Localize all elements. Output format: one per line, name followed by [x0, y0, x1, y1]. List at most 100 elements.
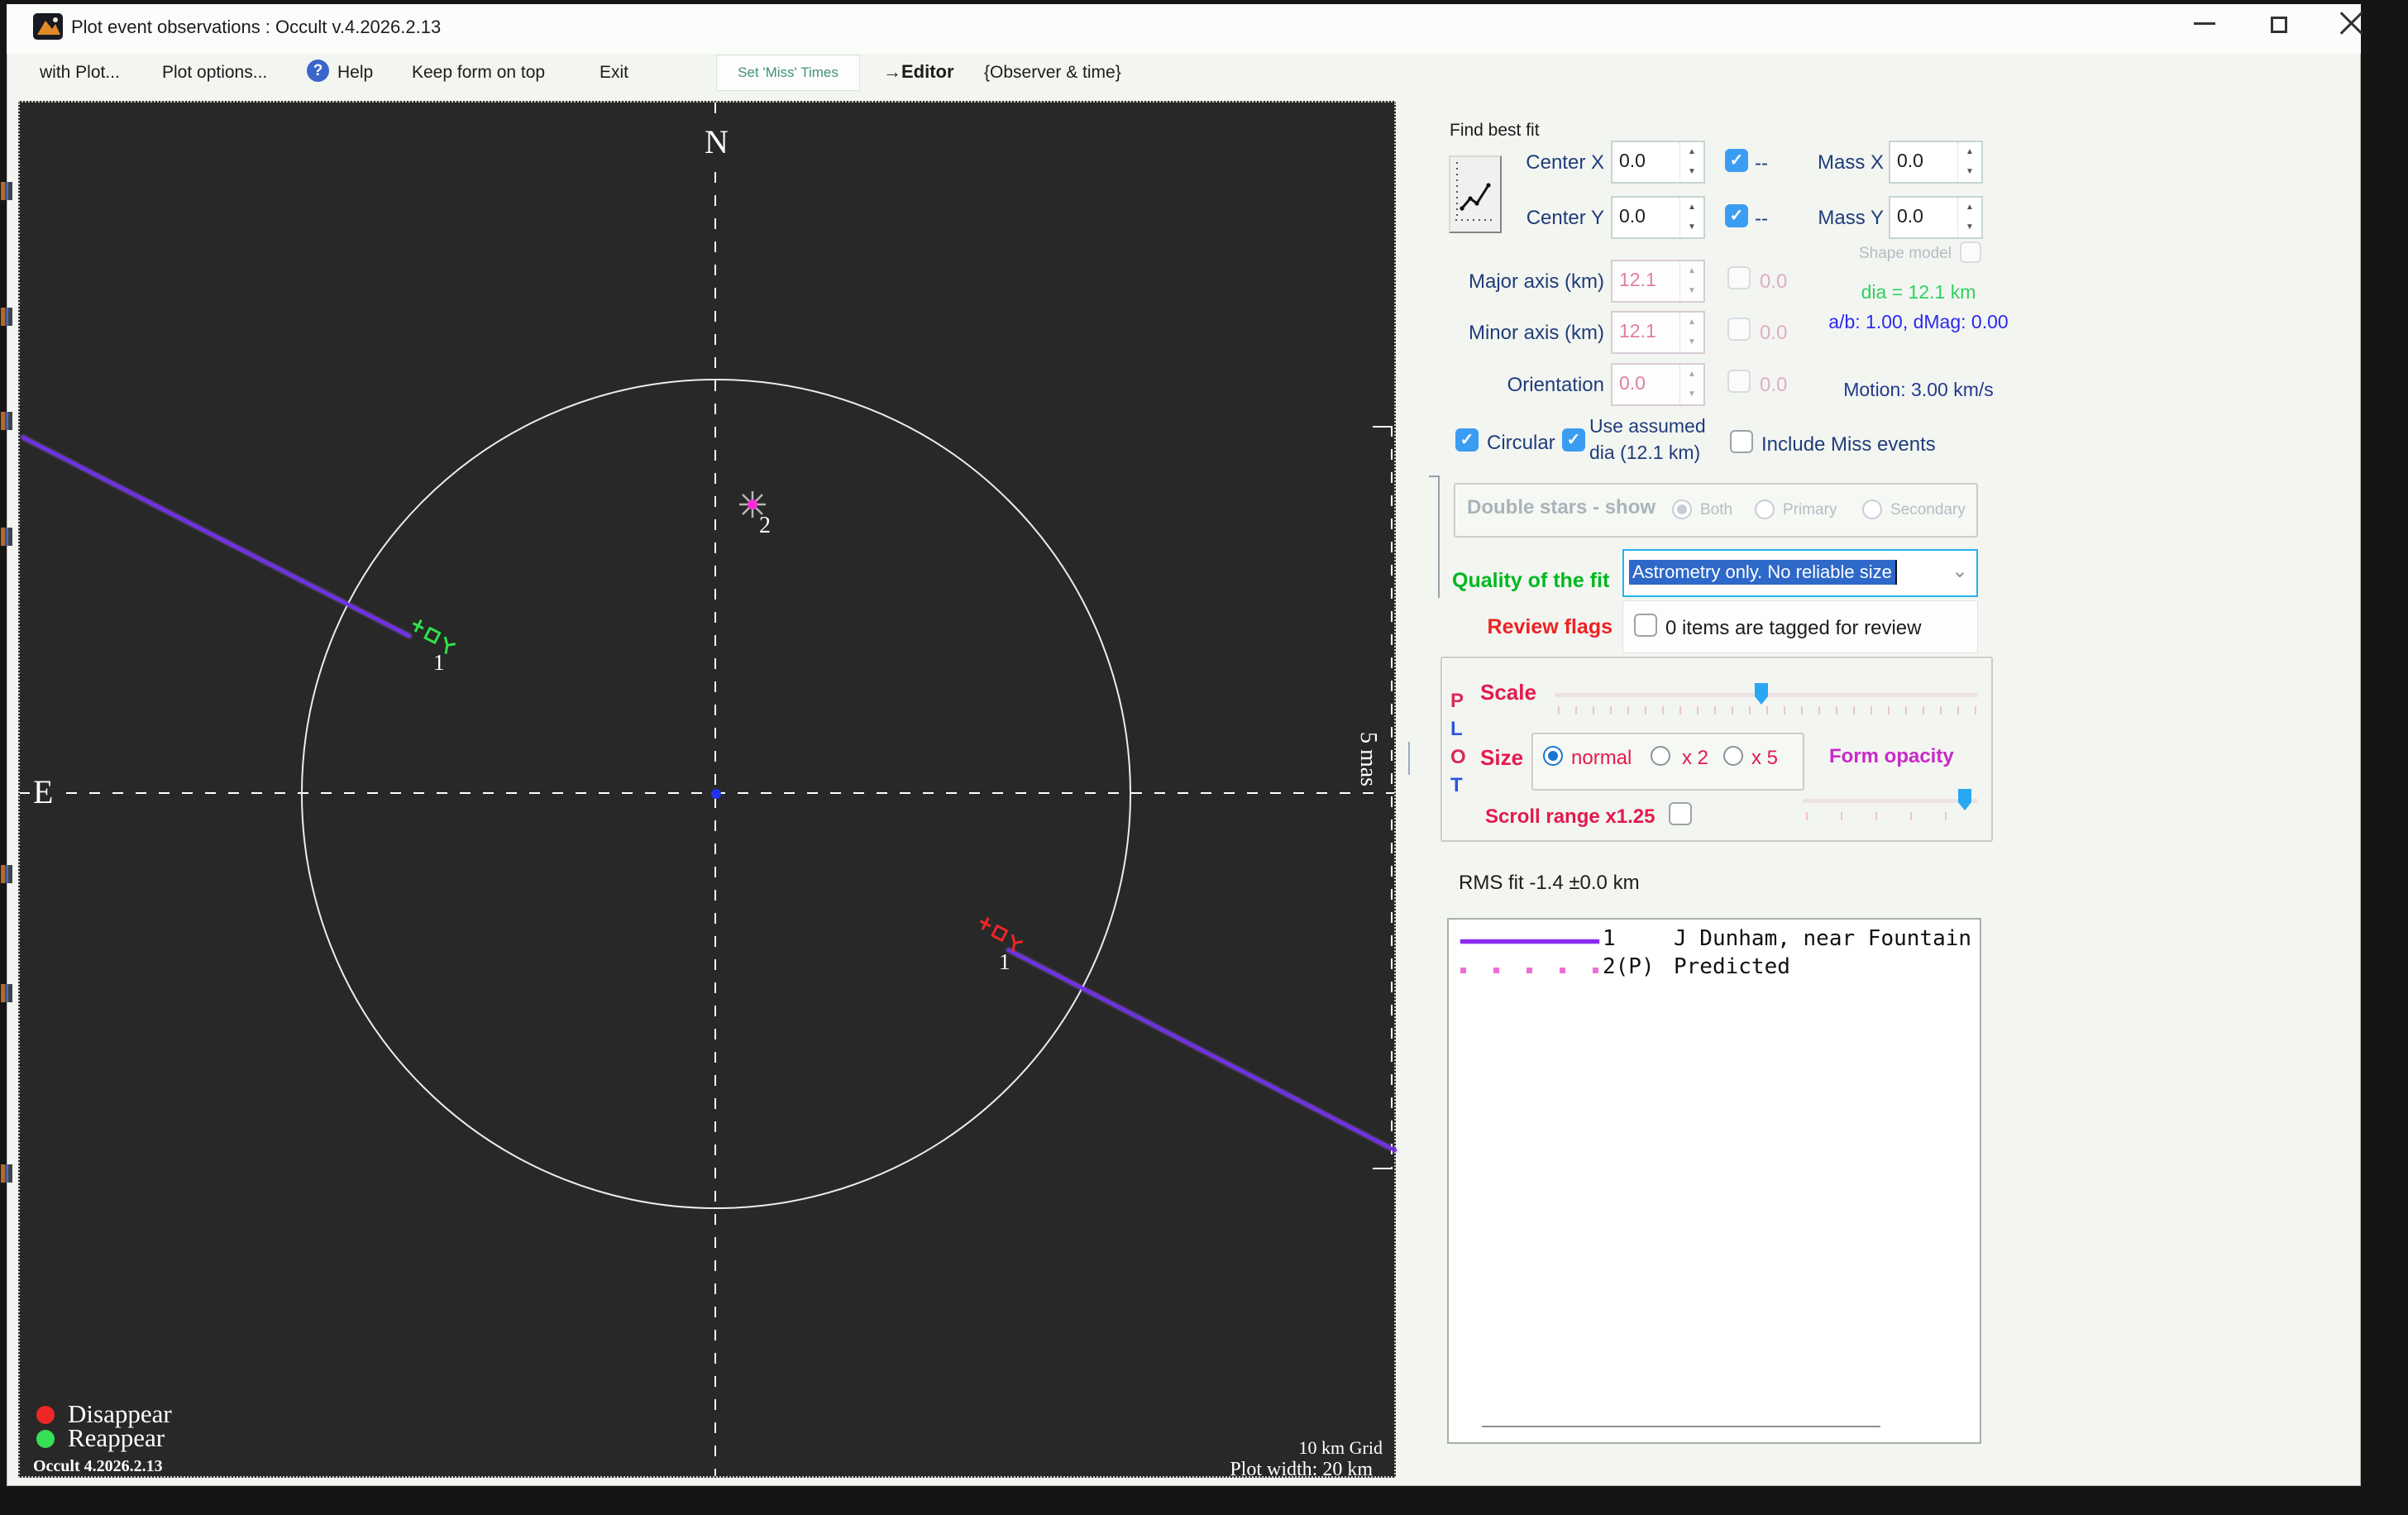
menu-plot-options[interactable]: Plot options... [162, 63, 267, 83]
find-best-fit-button[interactable] [1449, 155, 1502, 233]
minor-axis-checkbox[interactable] [1727, 318, 1751, 341]
menu-editor[interactable]: →Editor [883, 61, 954, 83]
disappear-marker-label: 1 [999, 949, 1010, 975]
left-edge-artifact [1, 528, 12, 546]
minor-axis-spinner[interactable]: ▲▼ [1679, 313, 1703, 352]
chevron-down-icon[interactable]: ⌄ [1952, 559, 1968, 583]
circular-label: Circular [1487, 432, 1555, 455]
scroll-range-label: Scroll range x1.25 [1485, 805, 1655, 829]
mass-x-label: Mass X [1811, 151, 1884, 174]
include-miss-label: Include Miss events [1761, 433, 1936, 456]
chord-1-segment-before [21, 435, 411, 638]
form-opacity-slider-track[interactable] [1803, 799, 1978, 803]
menu-set-miss-times[interactable]: Set 'Miss' Times [716, 55, 860, 91]
chord-2-swatch [1460, 968, 1601, 973]
menu-help[interactable]: Help [337, 63, 373, 83]
close-icon[interactable] [2339, 10, 2363, 35]
minor-axis-aux: 0.0 [1760, 322, 1787, 345]
diameter-text: dia = 12.1 km [1794, 281, 2042, 303]
center-y-dash: -- [1755, 208, 1768, 231]
mass-y-input[interactable]: 0.0 ▲▼ [1889, 196, 1983, 239]
chord-1-segment-after [1006, 948, 1397, 1152]
plot-canvas[interactable]: N E 5 mas 2 1 [18, 101, 1396, 1478]
major-axis-spinner[interactable]: ▲▼ [1679, 261, 1703, 301]
double-stars-both-radio[interactable] [1672, 499, 1692, 519]
size-x5-label: x 5 [1751, 747, 1778, 770]
use-assumed-label-1: Use assumed [1589, 415, 1706, 437]
size-label: Size [1480, 745, 1523, 771]
double-stars-primary-label: Primary [1783, 501, 1837, 519]
mass-x-input[interactable]: 0.0 ▲▼ [1889, 141, 1983, 184]
left-edge-artifact [1, 182, 12, 200]
plot-group-letter-l: L [1450, 718, 1463, 741]
observation-row[interactable]: 1 [1603, 926, 1616, 951]
reappear-marker-label: 1 [433, 650, 445, 676]
minimize-icon[interactable] [2194, 22, 2215, 25]
plot-version-label: Occult 4.2026.2.13 [33, 1457, 163, 1476]
chord-1-swatch [1460, 939, 1599, 944]
center-y-checkbox[interactable]: ✓ [1725, 204, 1748, 227]
quality-label: Quality of the fit [1452, 569, 1609, 593]
minor-axis-input[interactable]: 12.1 ▲▼ [1611, 311, 1705, 354]
menu-observer-time[interactable]: {Observer & time} [984, 63, 1121, 83]
observation-row[interactable]: 2(P) [1603, 954, 1655, 979]
orientation-aux: 0.0 [1760, 374, 1787, 397]
center-x-label: Center X [1513, 151, 1604, 174]
double-stars-secondary-label: Secondary [1890, 501, 1966, 519]
find-best-fit-label: Find best fit [1450, 121, 1540, 141]
size-normal-radio[interactable] [1543, 746, 1563, 766]
circular-checkbox[interactable]: ✓ [1455, 428, 1479, 452]
fit-graph-icon [1450, 157, 1498, 230]
list-scrollbar[interactable] [1482, 1426, 1880, 1427]
center-x-input[interactable]: 0.0 ▲▼ [1611, 141, 1705, 184]
size-normal-label: normal [1571, 747, 1632, 770]
mass-y-spinner[interactable]: ▲▼ [1957, 198, 1981, 237]
orientation-input[interactable]: 0.0 ▲▼ [1611, 363, 1705, 406]
quality-dropdown[interactable]: Astrometry only. No reliable size ⌄ [1622, 549, 1978, 597]
double-stars-both-label: Both [1700, 501, 1732, 519]
size-x5-radio[interactable] [1723, 746, 1743, 766]
orientation-spinner[interactable]: ▲▼ [1679, 365, 1703, 404]
plot-width-label: Plot width: 20 km [1178, 1459, 1373, 1481]
mas-scale-line [1391, 426, 1393, 1169]
double-stars-secondary-radio[interactable] [1862, 499, 1882, 519]
major-axis-aux: 0.0 [1760, 270, 1787, 294]
menu-with-plot[interactable]: with Plot... [40, 63, 120, 83]
center-y-input[interactable]: 0.0 ▲▼ [1611, 196, 1705, 239]
quality-selected-value[interactable]: Astrometry only. No reliable size [1629, 560, 1897, 585]
menu-exit[interactable]: Exit [600, 63, 628, 83]
left-edge-artifact [1, 308, 12, 326]
menu-keep-on-top[interactable]: Keep form on top [412, 63, 545, 83]
double-stars-primary-radio[interactable] [1755, 499, 1775, 519]
maximize-icon[interactable] [2271, 17, 2287, 33]
review-flags-checkbox[interactable] [1634, 614, 1657, 637]
orientation-checkbox[interactable] [1727, 370, 1751, 393]
include-miss-checkbox[interactable] [1730, 430, 1753, 453]
help-icon[interactable]: ? [307, 60, 329, 82]
double-stars-label: Double stars - show [1467, 496, 1656, 519]
observation-list[interactable]: 1 J Dunham, near Fountain 2(P) Predicted [1447, 918, 1981, 1444]
review-flags-text: 0 items are tagged for review [1665, 617, 1921, 640]
mass-x-spinner[interactable]: ▲▼ [1957, 142, 1981, 182]
mas-scale-bottom-tick [1373, 1168, 1393, 1169]
major-axis-checkbox[interactable] [1727, 266, 1751, 289]
reappear-legend-dot [36, 1430, 55, 1448]
minor-axis-label: Minor axis (km) [1464, 322, 1604, 345]
center-y-spinner[interactable]: ▲▼ [1679, 198, 1703, 237]
screen: { "window": { "title": "Plot event obser… [0, 0, 2408, 1515]
observation-row-name[interactable]: J Dunham, near Fountain [1674, 926, 1971, 951]
center-x-spinner[interactable]: ▲▼ [1679, 142, 1703, 182]
plot-group-letter-o: O [1450, 746, 1466, 769]
use-assumed-label-2: dia (12.1 km) [1589, 442, 1700, 464]
observation-row-name[interactable]: Predicted [1674, 954, 1790, 979]
left-edge-artifact [1, 865, 12, 883]
center-x-checkbox[interactable]: ✓ [1725, 149, 1748, 172]
orientation-label: Orientation [1464, 374, 1604, 397]
major-axis-input[interactable]: 12.1 ▲▼ [1611, 260, 1705, 303]
shape-model-checkbox[interactable] [1960, 241, 1981, 263]
center-point [711, 789, 721, 799]
size-x2-radio[interactable] [1651, 746, 1670, 766]
left-edge-artifact [1, 1164, 12, 1183]
use-assumed-checkbox[interactable]: ✓ [1562, 428, 1585, 452]
scroll-range-checkbox[interactable] [1669, 802, 1692, 825]
